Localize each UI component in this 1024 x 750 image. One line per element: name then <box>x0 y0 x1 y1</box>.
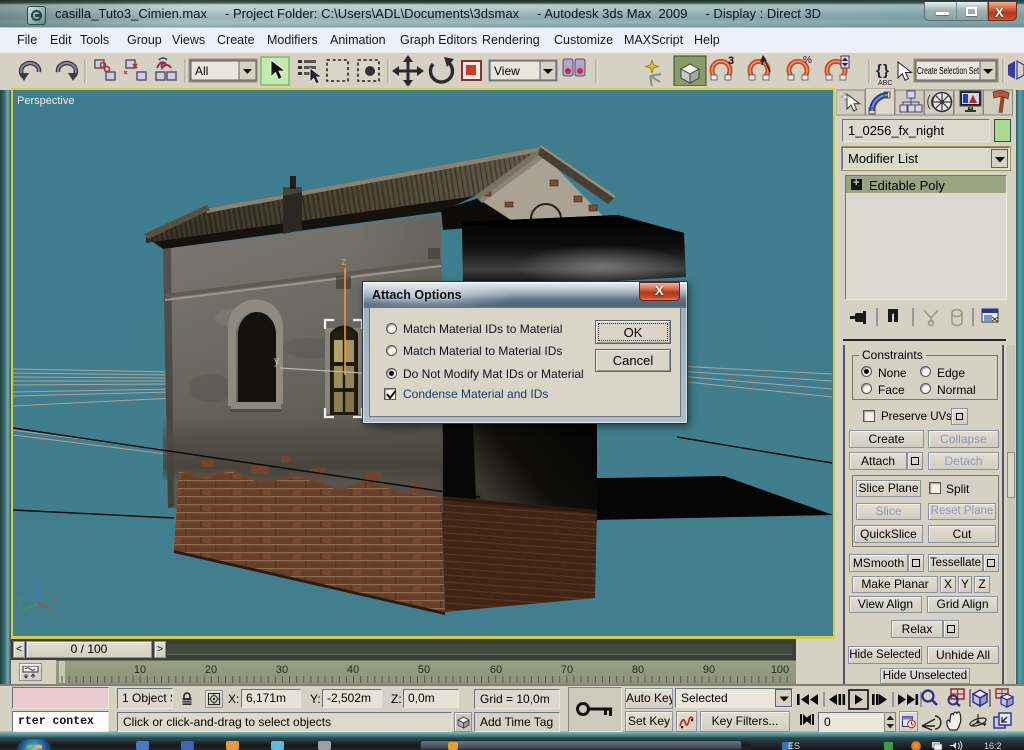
svg-text:40: 40 <box>347 664 359 676</box>
svg-text:70: 70 <box>561 664 573 676</box>
svg-text:10: 10 <box>134 664 146 676</box>
svg-text:%: % <box>803 55 812 66</box>
svg-text:y: y <box>18 594 23 605</box>
svg-text:20: 20 <box>205 664 217 676</box>
svg-text:90: 90 <box>703 664 715 676</box>
svg-text:y: y <box>274 355 280 367</box>
svg-text:Create Selection Set: Create Selection Set <box>917 66 979 77</box>
svg-text:All: All <box>195 64 208 78</box>
svg-text:3: 3 <box>728 55 734 67</box>
svg-text:30: 30 <box>276 664 288 676</box>
svg-text:80: 80 <box>632 664 644 676</box>
svg-text:60: 60 <box>490 664 502 676</box>
svg-text:x: x <box>54 594 59 605</box>
svg-text:Perspective: Perspective <box>17 95 74 107</box>
svg-text:{ }: { } <box>876 62 889 79</box>
svg-text:z: z <box>341 256 347 268</box>
svg-text:View: View <box>494 64 520 78</box>
svg-text:50: 50 <box>418 664 430 676</box>
svg-text:z: z <box>34 576 39 587</box>
svg-text:100: 100 <box>771 664 789 676</box>
